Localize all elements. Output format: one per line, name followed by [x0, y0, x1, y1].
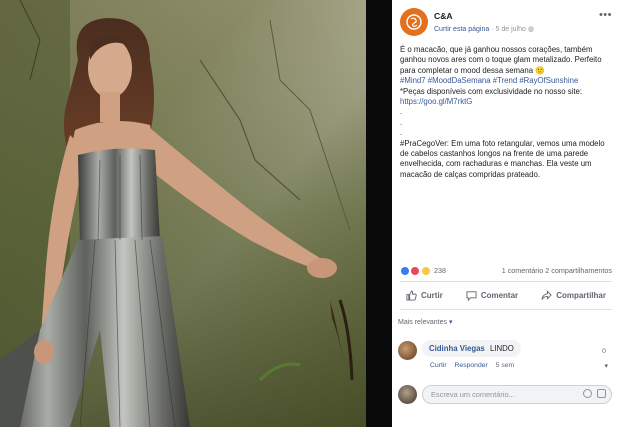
post-text-line: . [400, 107, 403, 117]
comments-filter[interactable]: Mais relevantes ▾ [398, 318, 453, 326]
post-text: É o macacão, que já ganhou nossos coraçõ… [400, 45, 613, 180]
current-user-avatar [398, 385, 417, 404]
comment-icon [466, 290, 477, 301]
comment-time[interactable]: 5 sem [496, 362, 515, 369]
share-button[interactable]: Compartilhar [535, 289, 612, 301]
brand-logo-icon [406, 14, 422, 30]
emoji-icon[interactable] [583, 389, 592, 398]
divider [400, 309, 612, 310]
more-options-icon[interactable]: ••• [599, 9, 612, 21]
comment-input-placeholder: Escreva um comentário... [431, 390, 515, 399]
post-photo[interactable] [0, 0, 392, 427]
comment-meta: Curtir Responder 5 sem [430, 362, 520, 369]
comment-reply-link[interactable]: Responder [455, 362, 488, 369]
reaction-icons[interactable] [400, 265, 431, 276]
comment-text: LINDO [489, 344, 514, 353]
comment-item: Cidinha Viegas LINDO 0 Curtir Responder … [398, 338, 612, 374]
comment-author[interactable]: Cidinha Viegas [429, 344, 485, 353]
reaction-count[interactable]: 238 [434, 266, 446, 275]
share-label: Compartilhar [556, 290, 606, 300]
post-url-link[interactable]: https://goo.gl/M7rktG [400, 97, 613, 107]
comment-expand-icon[interactable]: ▾ [604, 362, 608, 370]
divider [400, 281, 612, 282]
commenter-avatar[interactable] [398, 341, 417, 360]
post-text-line: #PraCegoVer: Em uma foto retangular, vem… [400, 138, 607, 179]
like-button[interactable]: Curtir [400, 289, 449, 301]
photo-viewer: C&A Curtir esta página · 5 de julho ◍ ••… [0, 0, 620, 427]
comment-like-count: 0 [602, 348, 606, 355]
post-text-line: . [400, 128, 403, 138]
post-sidebar: C&A Curtir esta página · 5 de julho ◍ ••… [392, 0, 620, 427]
reactions-summary: 238 1 comentário 2 compartilhamentos [400, 264, 612, 278]
love-reaction-icon [410, 265, 421, 276]
post-date[interactable]: 5 de julho [496, 26, 526, 33]
comment-button[interactable]: Comentar [460, 290, 524, 301]
like-reaction-icon [400, 265, 410, 276]
comment-share-counts: 1 comentário 2 compartilhamentos [502, 266, 612, 275]
post-text-line: *Peças disponíveis com exclusividade no … [400, 86, 583, 96]
post-header: C&A Curtir esta página · 5 de julho ◍ ••… [400, 7, 612, 37]
post-text-line: . [400, 117, 403, 127]
page-avatar[interactable] [400, 8, 428, 36]
post-meta: Curtir esta página · 5 de julho ◍ [434, 25, 534, 33]
comment-like-link[interactable]: Curtir [430, 362, 447, 369]
wow-reaction-icon [420, 265, 431, 276]
follow-page-link[interactable]: Curtir esta página [434, 26, 489, 33]
share-icon [541, 289, 552, 300]
comment-count[interactable]: 1 comentário [502, 266, 544, 275]
comment-bubble: Cidinha Viegas LINDO [422, 340, 521, 357]
comment-label: Comentar [480, 290, 519, 300]
thumbs-up-icon [406, 289, 417, 301]
share-count[interactable]: 2 compartilhamentos [545, 266, 612, 275]
comments-filter-label: Mais relevantes [398, 319, 448, 326]
write-comment: Escreva um comentário... [398, 384, 612, 406]
camera-icon[interactable] [597, 389, 606, 398]
globe-icon: ◍ [527, 26, 534, 33]
post-hashtags[interactable]: #Mind7 #MoodDaSemana #Trend #RayOfSunshi… [400, 76, 613, 86]
chevron-down-icon: ▾ [448, 319, 453, 326]
comment-input-icons [583, 389, 606, 398]
photo-image [0, 0, 392, 427]
post-text-line: É o macacão, que já ganhou nossos coraçõ… [400, 45, 604, 75]
like-label: Curtir [421, 290, 443, 300]
page-name[interactable]: C&A [434, 11, 453, 21]
post-actions: Curtir Comentar Compartilhar [400, 284, 612, 306]
